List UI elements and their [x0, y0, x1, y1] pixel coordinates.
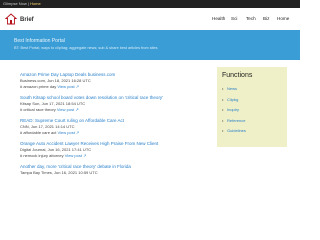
article-tag[interactable]: # amazon prime day: [20, 84, 56, 89]
bullet-icon: •: [222, 86, 224, 91]
top-bar-label: Glimpse Now |: [3, 1, 29, 6]
hero-banner: Best Information Portal BT: Best Portal;…: [0, 30, 300, 60]
article-tag[interactable]: # critical race theory: [20, 107, 56, 112]
sidebar-item-reference[interactable]: • Reference: [222, 118, 246, 129]
view-post-link[interactable]: View post: [58, 130, 75, 135]
nav-item-sci[interactable]: Sci: [231, 16, 237, 21]
sidebar-item-clipbg[interactable]: • Clipbg: [222, 97, 246, 108]
bullet-icon: •: [222, 117, 224, 123]
sidebar-item-news[interactable]: • News: [222, 86, 246, 97]
external-link-icon: ↗: [81, 153, 87, 158]
top-bar-text: Glimpse Now | Home: [3, 0, 41, 8]
article-tag[interactable]: # affordable care act: [20, 130, 56, 135]
article-item: South Kitsap school board votes down res…: [20, 95, 200, 113]
nav-item-tech[interactable]: Tech: [246, 16, 256, 21]
article-item: Orange Auto Accident Lawyer Receives Hig…: [20, 141, 200, 159]
article-tags: # amazon prime day View post ↗: [20, 84, 200, 90]
sidebar-item-guidelines[interactable]: • Guidelines: [222, 128, 246, 139]
bullet-icon: •: [222, 107, 224, 112]
sidebar-item-label: Guidelines: [227, 128, 246, 133]
sidebar-title: Functions: [222, 72, 253, 79]
sidebar-item-label: Reference: [227, 117, 246, 123]
bullet-icon: •: [222, 96, 224, 102]
top-bar: Glimpse Now | Home: [0, 0, 300, 8]
nav-item-biz[interactable]: Biz: [263, 16, 269, 21]
external-link-icon: ↗: [74, 130, 80, 135]
house-icon: [5, 13, 17, 25]
hero-subtitle: BT: Best Portal; ways to clip/tag; aggre…: [14, 46, 158, 50]
article-meta: Tampa Bay Times, Jun 16, 2021 10:59 UTC: [20, 170, 98, 175]
article-tags: # affordable care act View post ↗: [20, 130, 200, 136]
sidebar-item-label: Clipbg: [227, 96, 239, 102]
logo-name: Brief: [20, 17, 34, 23]
functions-sidebar: Functions • News • Clipbg • Inquiry • Refere…: [217, 67, 287, 147]
hero-title: Best Information Portal: [14, 38, 65, 44]
view-post-link[interactable]: View post: [57, 84, 74, 89]
sidebar-item-label: Inquiry: [227, 107, 240, 112]
nav-item-health[interactable]: Health: [212, 16, 225, 21]
article-item: READ: Supreme Court ruling on Affordable…: [20, 118, 200, 136]
view-post-link[interactable]: View post: [65, 153, 82, 158]
sidebar-item-label: News: [227, 86, 238, 91]
external-link-icon: ↗: [74, 84, 80, 89]
logo[interactable]: Brief: [5, 13, 35, 25]
article-tag[interactable]: # nemock injury attorney: [20, 153, 64, 158]
view-post-link[interactable]: View post: [57, 107, 74, 112]
nav-item-home[interactable]: Home: [277, 16, 289, 21]
top-bar-home-link[interactable]: Home: [30, 1, 41, 6]
article-tags: # critical race theory View post ↗: [20, 107, 200, 113]
article-tags: # nemock injury attorney View post ↗: [20, 153, 200, 159]
article-item: Another day, more 'critical race theory'…: [20, 164, 200, 176]
article-item: Amazon Prime Day Laptop Deals business.c…: [20, 72, 200, 90]
bullet-icon: •: [222, 128, 224, 133]
external-link-icon: ↗: [74, 107, 79, 112]
sidebar-item-inquiry[interactable]: • Inquiry: [222, 107, 246, 118]
sidebar-list: • News • Clipbg • Inquiry • Reference • Guide…: [222, 86, 246, 139]
